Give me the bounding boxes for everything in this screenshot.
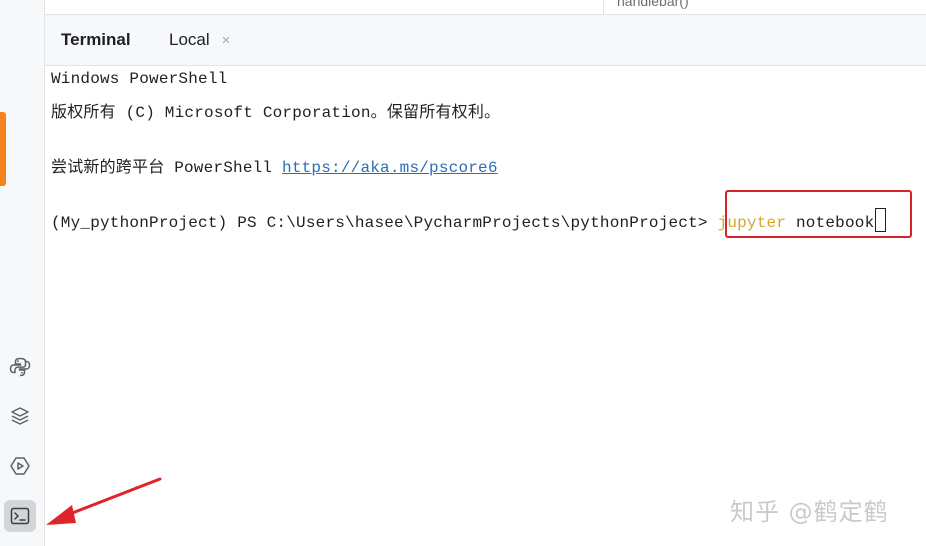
tab-local[interactable]: Local × (151, 15, 249, 65)
terminal-line: 尝试新的跨平台 PowerShell https://aka.ms/pscore… (51, 153, 498, 177)
watermark: 知乎 @鹤定鹤 (730, 498, 889, 526)
ide-window: handlebar() Terminal Local × Windows Pow… (0, 0, 926, 546)
terminal-prompt: (My_pythonProject) PS C:\Users\hasee\Pyc… (51, 214, 708, 232)
python-console-icon (9, 357, 31, 377)
terminal-icon (10, 507, 30, 525)
services-icon (10, 457, 30, 475)
annotation-arrow (46, 477, 162, 525)
terminal-line: Windows PowerShell (51, 70, 228, 88)
layers-button[interactable] (4, 400, 36, 432)
panel-title: Terminal (61, 30, 131, 49)
terminal-output[interactable]: Windows PowerShell 版权所有 (C) Microsoft Co… (45, 66, 926, 546)
editor-area: handlebar() (45, 0, 926, 15)
layers-icon (11, 407, 29, 425)
tool-window-strip (0, 0, 45, 546)
services-button[interactable] (4, 450, 36, 482)
terminal-line: 版权所有 (C) Microsoft Corporation。保留所有权利。 (51, 104, 501, 122)
editor-code-snippet: handlebar() (617, 0, 689, 9)
accent-marker (0, 112, 6, 186)
tab-close-icon[interactable]: × (222, 32, 231, 49)
annotation-highlight-box (725, 190, 912, 238)
terminal-button[interactable] (4, 500, 36, 532)
editor-split-divider (603, 0, 604, 14)
terminal-text: 尝试新的跨平台 PowerShell (51, 159, 273, 177)
python-console-button[interactable] (4, 351, 36, 383)
terminal-tab-bar: Terminal Local × (45, 15, 926, 66)
pscore-link[interactable]: https://aka.ms/pscore6 (282, 159, 498, 177)
tab-label: Local (169, 30, 210, 49)
